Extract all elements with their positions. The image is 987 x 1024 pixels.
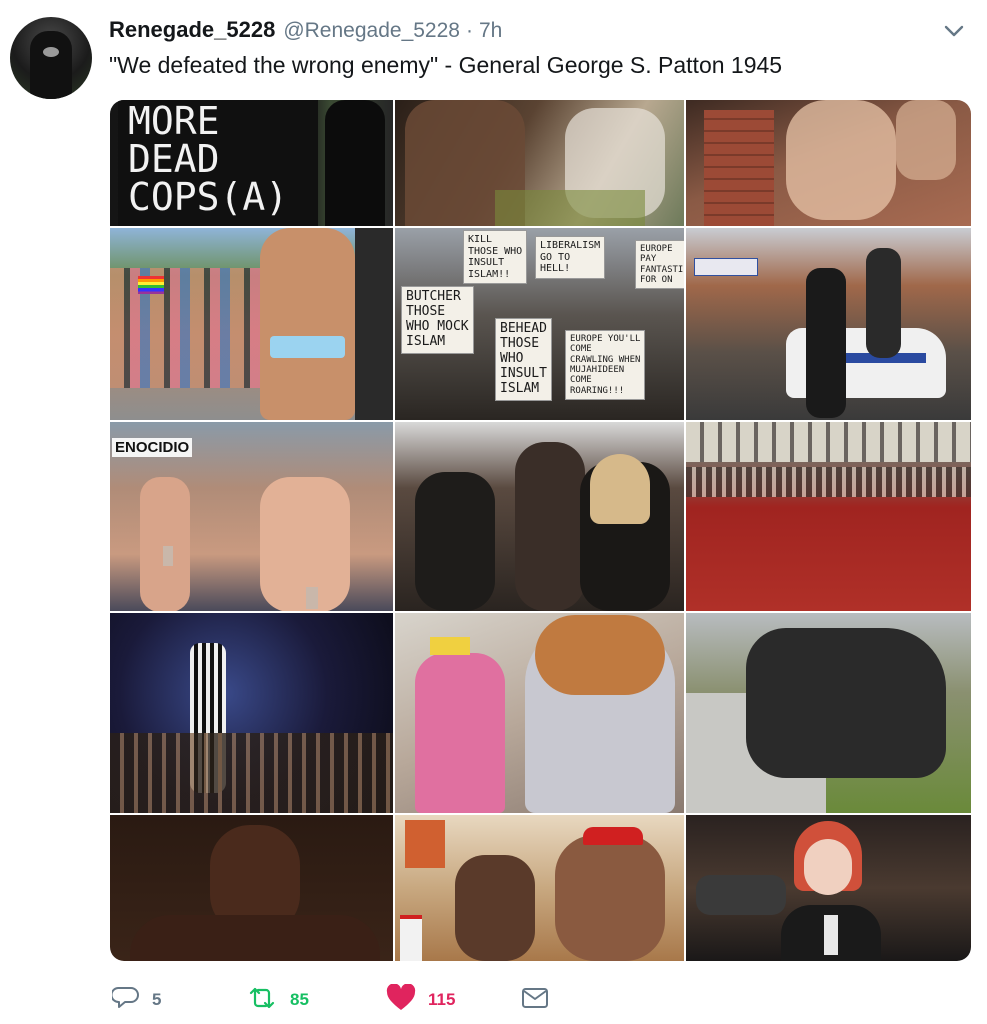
child-left: [455, 855, 535, 961]
tweet[interactable]: Renegade_5228 @Renegade_5228 · 7h "We de…: [0, 0, 987, 1024]
person-standing: [896, 100, 956, 180]
direct-message-button[interactable]: [521, 985, 549, 1015]
avatar-logo: [43, 47, 59, 57]
child: [415, 653, 505, 813]
censor-block: [163, 546, 173, 566]
retweet-icon: [246, 984, 278, 1017]
protest-banner: ENOCIDIO: [112, 438, 193, 457]
censor-block: [306, 587, 318, 609]
brick-pillar: [704, 110, 774, 226]
microphone: [824, 915, 838, 955]
red-cap: [583, 827, 643, 845]
rioter: [806, 268, 846, 418]
reply-count: 5: [152, 990, 162, 1009]
media-tile-sidewalk[interactable]: [686, 100, 971, 226]
ground-debris: [495, 190, 645, 226]
performer: [260, 228, 355, 420]
tweet-text: "We defeated the wrong enemy" - General …: [109, 52, 783, 78]
media-tile-kid-reporter[interactable]: [686, 815, 971, 961]
child-crown: [430, 637, 470, 655]
person-dark-hood: [415, 472, 495, 611]
envelope-icon: [521, 986, 549, 1015]
drag-wig: [535, 615, 665, 695]
crowd-row: [686, 467, 971, 497]
protest-sign: BEHEAD THOSE WHO INSULT ISLAM: [495, 318, 552, 401]
media-tile-riot[interactable]: [686, 228, 971, 420]
person-silhouette: [325, 100, 385, 226]
avatar[interactable]: [10, 17, 92, 99]
media-tile-statue[interactable]: [686, 613, 971, 813]
drink-cup: [400, 915, 422, 961]
media-tile-confrontation[interactable]: [395, 422, 684, 611]
media-tile-street-scene[interactable]: [395, 100, 684, 226]
crowd: [110, 268, 260, 388]
crowd-hands: [110, 733, 393, 813]
person-sitting: [786, 100, 896, 220]
display-name[interactable]: Renegade_5228: [109, 17, 275, 43]
rioter-on-car: [866, 248, 901, 358]
user-handle[interactable]: @Renegade_5228: [283, 19, 460, 43]
media-tile-drag-queen[interactable]: [395, 613, 684, 813]
media-tile-protest-signs[interactable]: KILL THOSE WHO INSULT ISLAM!! LIBERALISM…: [395, 228, 684, 420]
protester: [140, 477, 190, 611]
chevron-down-icon[interactable]: [941, 20, 967, 42]
media-tile-nude-protest[interactable]: ENOCIDIO: [110, 422, 393, 611]
sign-caption: MORE DEAD COPS(A): [128, 100, 289, 219]
child-right: [555, 835, 665, 961]
reply-icon: [110, 984, 140, 1017]
like-count: 115: [428, 990, 456, 1009]
car-bg: [696, 875, 786, 915]
separator-dot: ·: [465, 19, 473, 42]
street-bg: [355, 228, 393, 420]
heart-icon: [386, 982, 416, 1017]
protest-sign: BUTCHER THOSE WHO MOCK ISLAM: [401, 286, 474, 354]
media-grid[interactable]: MORE DEAD COPS(A) KILL THOSE WHO INSULT …: [110, 100, 971, 961]
girl-face: [804, 839, 852, 895]
media-tile-stage[interactable]: [110, 613, 393, 813]
media-tile-fastfood[interactable]: [395, 815, 684, 961]
avatar-figure: [30, 31, 72, 99]
protester-main: [260, 477, 350, 611]
protest-sign: LIBERALISM GO TO HELL!: [535, 236, 606, 279]
toppled-statue: [746, 628, 946, 778]
protest-sign: EUROPE YOU'LL COME CRAWLING WHEN MUJAHID…: [565, 330, 646, 401]
poster: [405, 820, 445, 868]
retweet-count: 85: [290, 990, 309, 1009]
like-button[interactable]: 115: [386, 982, 521, 1017]
media-tile-slaughter[interactable]: [686, 422, 971, 611]
protest-sign: KILL THOSE WHO INSULT ISLAM!!: [463, 230, 528, 284]
blonde-hair: [590, 454, 650, 524]
retweet-button[interactable]: 85: [246, 985, 386, 1015]
media-tile-portrait[interactable]: [110, 815, 393, 961]
protest-sign: EUROPE PAY FANTASTIC FOR ON: [635, 240, 684, 290]
timestamp[interactable]: 7h: [479, 19, 502, 43]
performer-underwear: [270, 336, 345, 358]
media-tile-protest-sign[interactable]: MORE DEAD COPS(A): [110, 100, 393, 226]
media-tile-parade[interactable]: [110, 228, 393, 420]
person-center: [515, 442, 585, 611]
tweet-actions: 5 85 115: [110, 982, 549, 1017]
man-shoulders: [130, 915, 380, 961]
rainbow-flag: [138, 276, 164, 294]
reply-button[interactable]: 5: [110, 984, 246, 1017]
tweet-header: Renegade_5228 @Renegade_5228 · 7h: [109, 17, 502, 45]
arcade-building: [686, 422, 971, 462]
storefront-sign: [694, 258, 758, 276]
